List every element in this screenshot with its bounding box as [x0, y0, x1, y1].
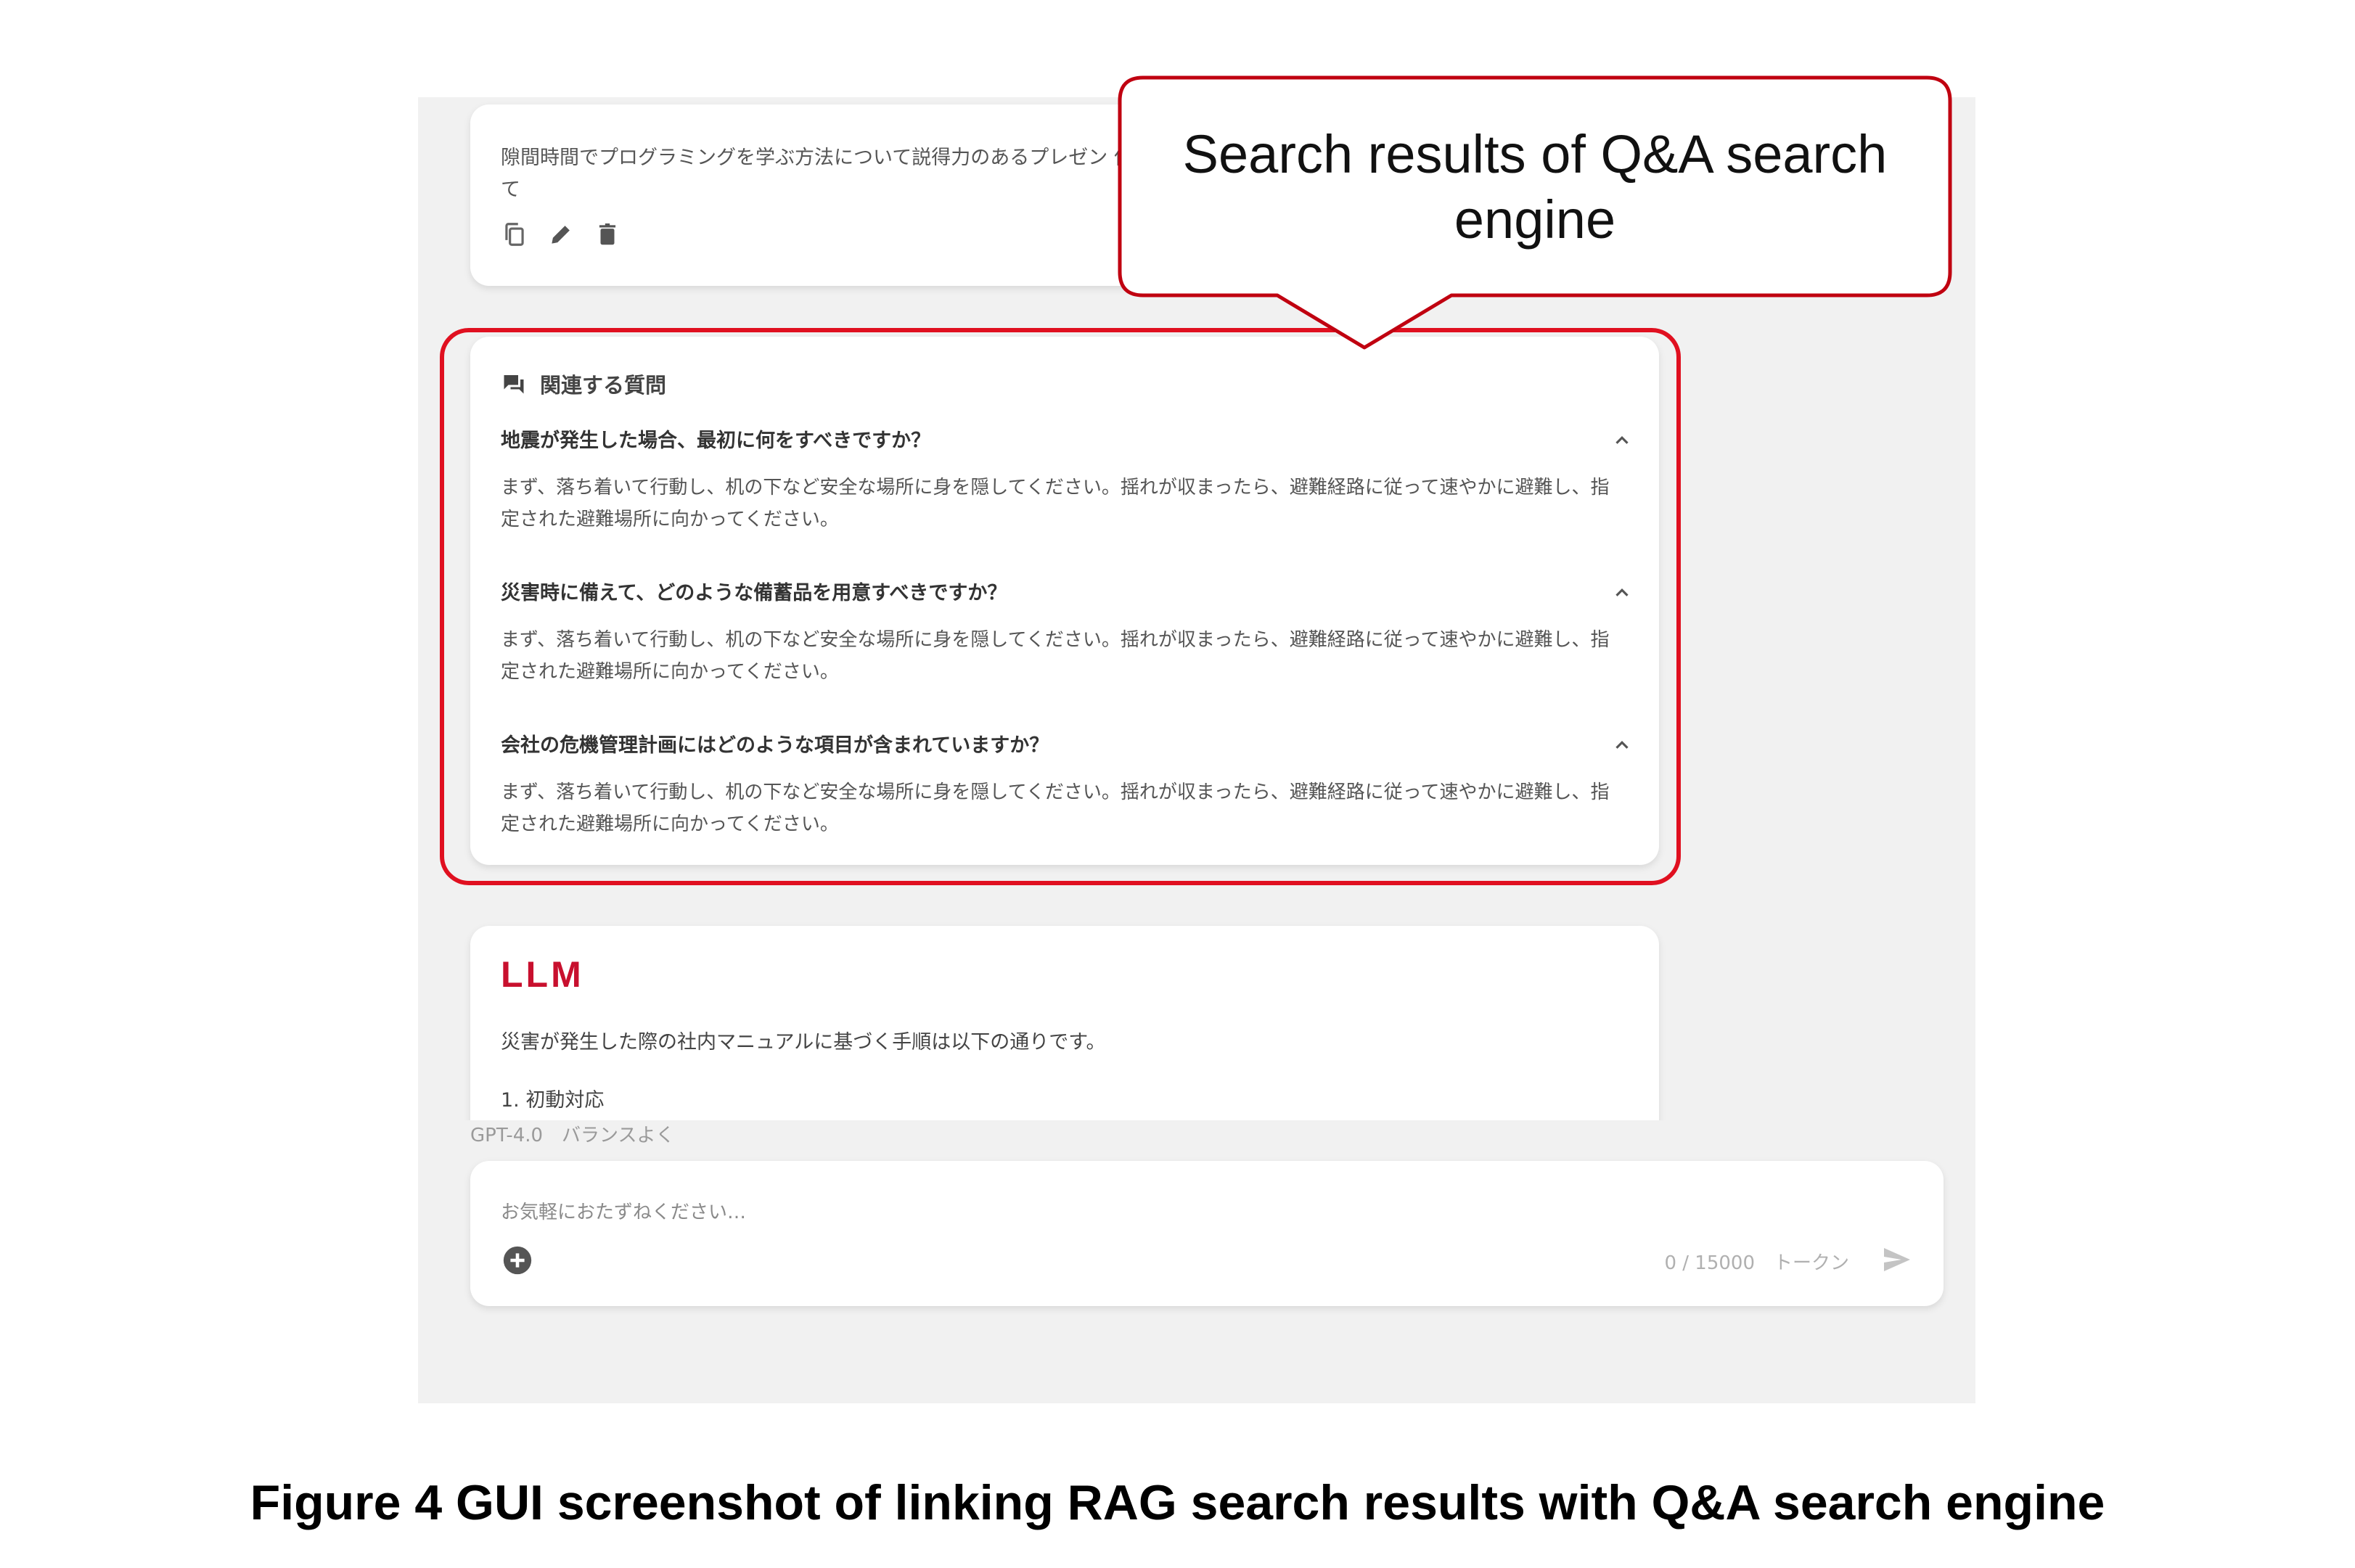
- chat-input-placeholder[interactable]: お気軽におたずねください…: [501, 1197, 746, 1224]
- copy-icon[interactable]: [501, 221, 528, 248]
- edit-icon[interactable]: [547, 221, 575, 248]
- chat-input-bar[interactable]: お気軽におたずねください… 0 / 15000 トークン: [470, 1161, 1944, 1306]
- send-icon[interactable]: [1880, 1242, 1914, 1277]
- token-count: 0 / 15000 トークン: [1664, 1252, 1849, 1274]
- callout-text: Search results of Q&A search engine: [1182, 124, 1888, 250]
- user-prompt-text: 隙間時間でプログラミングを学ぶ方法について説得力のあるプレゼン 作って: [501, 147, 1153, 201]
- prompt-actions: [501, 221, 621, 248]
- search-results-highlight: [440, 328, 1681, 885]
- llm-logo: LLM: [501, 954, 584, 995]
- answer-intro-text: 災害が発生した際の社内マニュアルに基づく手順は以下の通りです。: [501, 1031, 1106, 1054]
- answer-step-heading: 1. 初動対応: [501, 1089, 605, 1112]
- trash-icon[interactable]: [594, 221, 621, 248]
- add-circle-icon[interactable]: [501, 1244, 534, 1277]
- model-info-label[interactable]: GPT-4.0 バランスよく: [470, 1120, 675, 1147]
- figure-caption: Figure 4 GUI screenshot of linking RAG s…: [250, 1475, 2105, 1530]
